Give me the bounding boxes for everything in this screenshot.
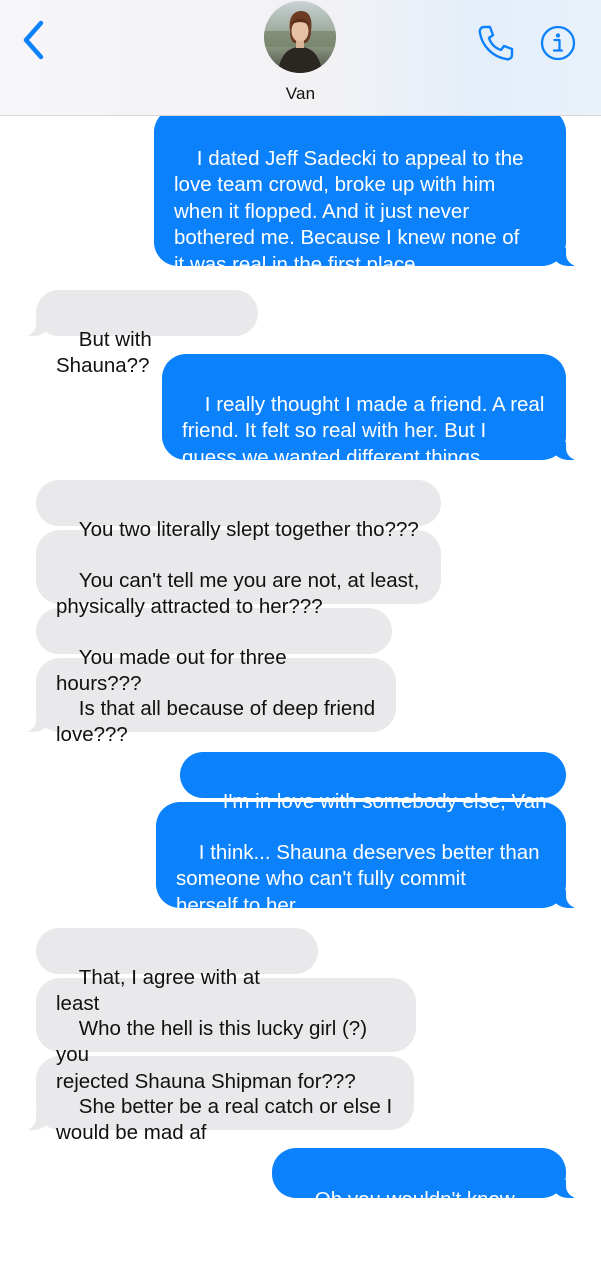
contact-name[interactable]: Van: [0, 84, 601, 104]
message-text: But with Shauna??: [56, 327, 158, 378]
message-text: You two literally slept together tho???: [78, 517, 419, 541]
message-bubble-received[interactable]: You can't tell me you are not, at least,…: [36, 530, 441, 618]
message-text: I think... Shauna deserves better than s…: [176, 840, 540, 917]
message-bubble-received[interactable]: Is that all because of deep friend love?…: [14, 658, 396, 746]
message-bubble-sent[interactable]: I'm in love with somebody else, Van: [180, 752, 566, 813]
message-bubble-received[interactable]: But with Shauna??: [14, 290, 258, 377]
message-bubble-sent[interactable]: I dated Jeff Sadecki to appeal to the lo…: [154, 108, 588, 276]
contact-photo: [264, 1, 336, 73]
message-bubble-sent[interactable]: I think... Shauna deserves better than s…: [156, 802, 588, 917]
message-text: I really thought I made a friend. A real…: [182, 392, 545, 469]
message-text: I'm in love with somebody else, Van: [222, 789, 547, 813]
avatar[interactable]: [264, 1, 336, 73]
message-bubble-sent[interactable]: Oh you wouldn't know her: [272, 1148, 588, 1237]
chevron-left-icon: [23, 20, 44, 60]
info-icon: [540, 25, 576, 61]
message-bubble-received[interactable]: Who the hell is this lucky girl (?) you …: [36, 978, 416, 1093]
message-text: I dated Jeff Sadecki to appeal to the lo…: [174, 146, 524, 276]
message-thread: I dated Jeff Sadecki to appeal to the lo…: [0, 0, 601, 1237]
message-text: She better be a real catch or else I wou…: [56, 1094, 393, 1145]
info-button[interactable]: [540, 25, 576, 61]
back-button[interactable]: [14, 18, 54, 62]
message-text: Oh you wouldn't know her: [292, 1187, 521, 1238]
message-bubble-received[interactable]: She better be a real catch or else I wou…: [14, 1056, 414, 1144]
message-text: Who the hell is this lucky girl (?) you …: [56, 1016, 368, 1093]
message-text: Is that all because of deep friend love?…: [56, 696, 376, 747]
conversation-header: Van: [0, 0, 601, 116]
message-bubble-received[interactable]: That, I agree with at least: [36, 928, 318, 1015]
message-bubble-sent[interactable]: I really thought I made a friend. A real…: [162, 354, 588, 469]
phone-icon: [478, 25, 514, 61]
call-button[interactable]: [474, 22, 516, 64]
message-bubble-received[interactable]: You two literally slept together tho???: [36, 480, 441, 541]
